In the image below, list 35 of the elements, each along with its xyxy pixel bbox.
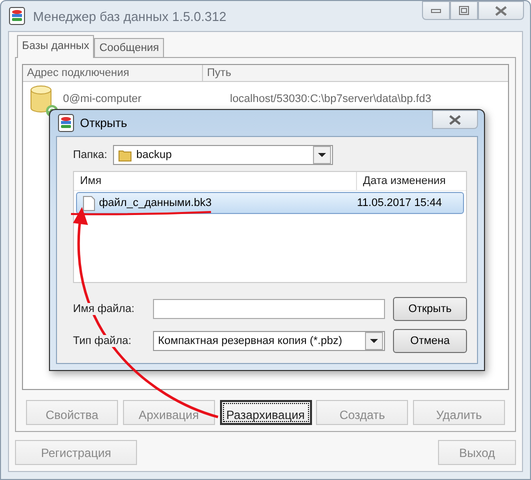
column-header[interactable]: Дата изменения — [357, 172, 452, 190]
dropdown-arrow-icon — [318, 153, 326, 157]
column-header[interactable]: Адрес подключения — [23, 65, 203, 81]
connection-address: 0@mi-computer — [62, 92, 142, 105]
column-header[interactable]: Путь — [203, 65, 236, 81]
column-header[interactable]: Имя — [74, 172, 357, 190]
folder-label: Папка: — [73, 149, 108, 161]
filename-field[interactable] — [153, 299, 385, 319]
window-title: Менеджер баз данных 1.5.0.312 — [33, 8, 226, 24]
dropdown-arrow-icon — [370, 339, 378, 343]
close-button[interactable] — [478, 1, 524, 20]
minimize-button[interactable] — [422, 1, 450, 20]
maximize-icon — [459, 6, 469, 15]
filetype-label: Тип файла: — [73, 335, 132, 347]
file-icon — [83, 196, 95, 210]
file-row[interactable]: файл_с_данными.bk3 11.05.2017 15:44 — [76, 192, 464, 214]
filename-label: Имя файла: — [73, 303, 134, 315]
dialog-title: Открыть — [80, 116, 128, 130]
minimize-icon — [431, 8, 441, 12]
cancel-button[interactable]: Отмена — [393, 329, 467, 353]
maximize-button[interactable] — [450, 1, 478, 20]
action-button[interactable]: Разархивация — [220, 400, 312, 425]
filetype-dropdown[interactable]: Компактная резервная копия (*.pbz) — [153, 331, 385, 351]
database-icon — [9, 7, 25, 25]
open-button[interactable]: Открыть — [393, 297, 467, 321]
folder-dropdown[interactable]: backup — [113, 145, 334, 165]
close-button[interactable] — [432, 110, 478, 129]
tab[interactable]: Сообщения — [94, 38, 164, 57]
folder-icon — [118, 148, 132, 162]
file-date: 11.05.2017 15:44 — [356, 197, 442, 209]
file-name: файл_с_данными.bk3 — [99, 197, 212, 209]
database-path: localhost/53030:C:\bp7server\data\bp.fd3 — [229, 92, 432, 105]
close-icon — [495, 6, 507, 16]
close-icon — [449, 114, 461, 124]
tab[interactable]: Базы данных — [17, 35, 94, 58]
